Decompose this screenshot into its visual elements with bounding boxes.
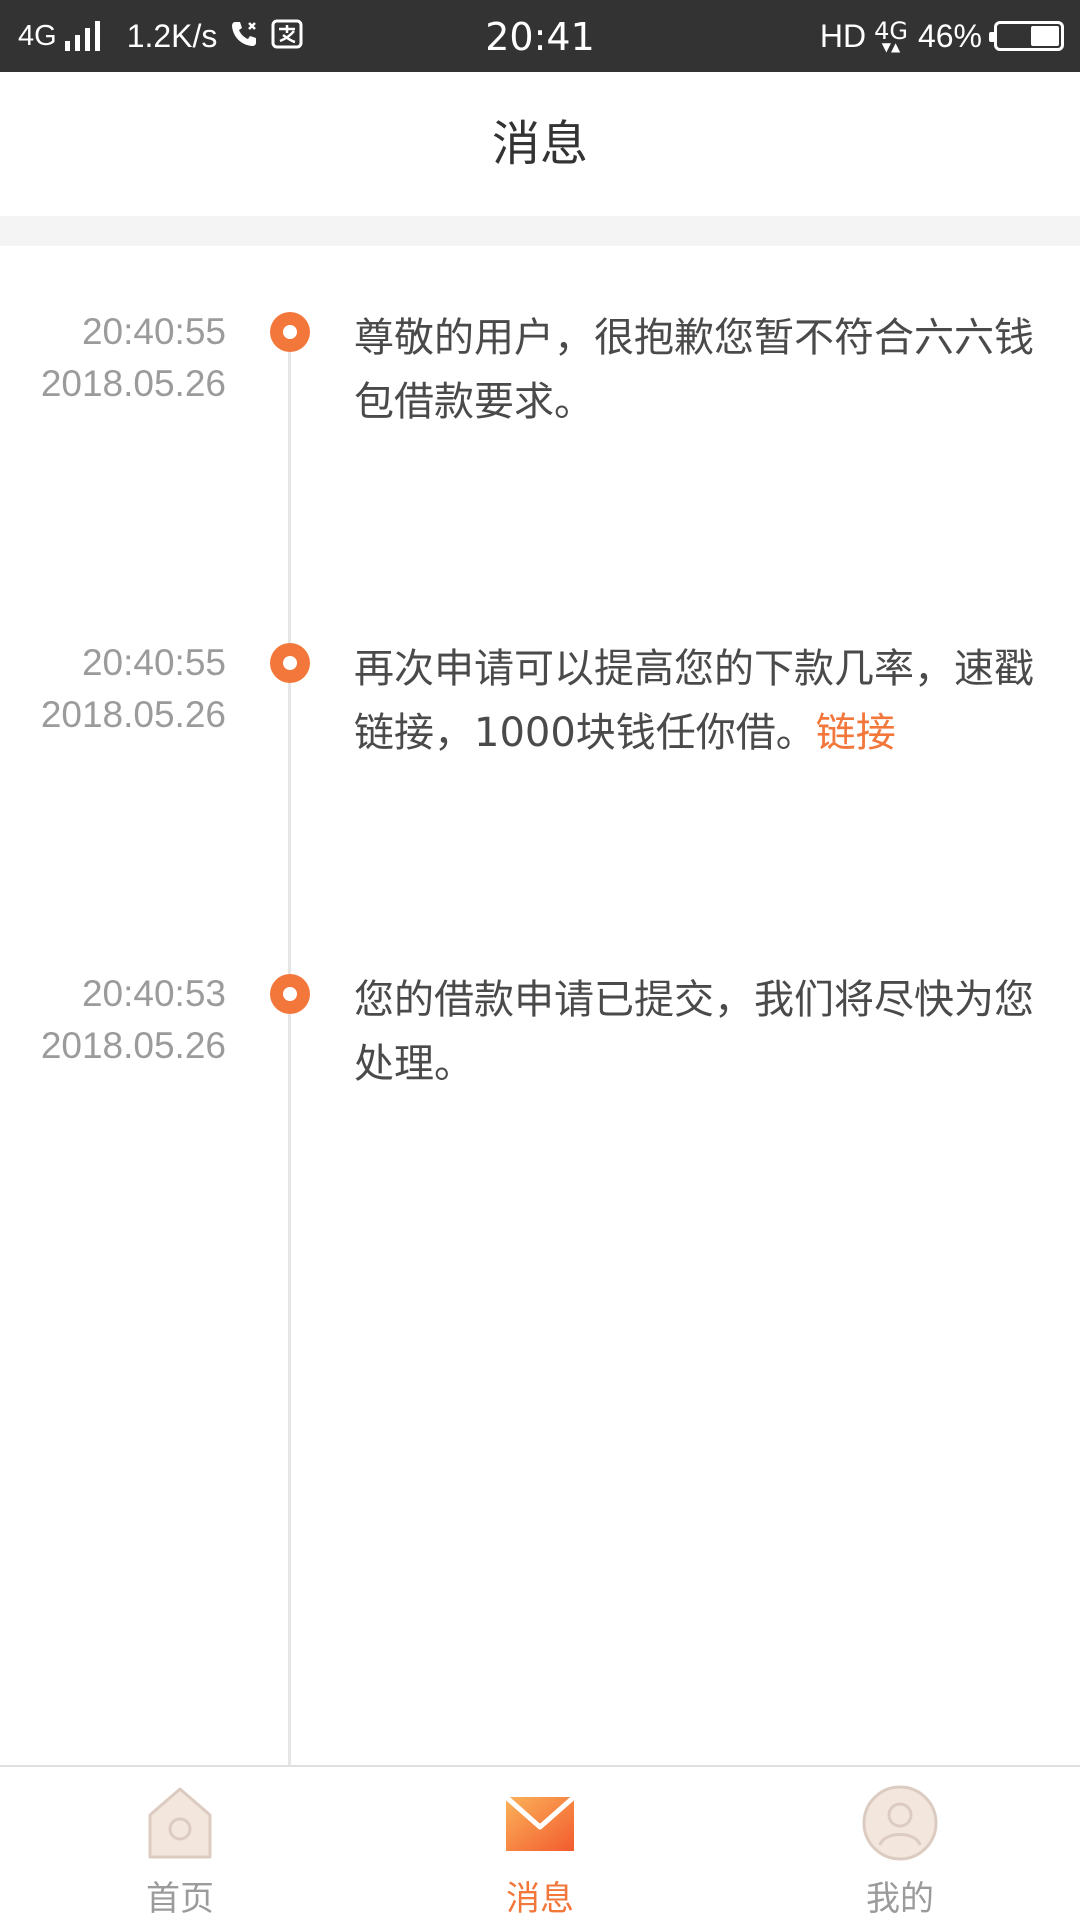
message-text: 尊敬的用户，很抱歉您暂不符合六六钱包借款要求。: [354, 306, 1034, 434]
message-timestamp: 20:40:55 2018.05.26: [0, 637, 226, 741]
app-root: 4G 1.2K/s 20:41 HD 4G ▼▲ 46% 消息 20:40:55…: [0, 0, 1080, 1920]
network-speed: 1.2K/s: [126, 17, 218, 54]
network-type: 4G: [18, 19, 57, 52]
message-date: 2018.05.26: [40, 363, 226, 404]
timeline-dot-icon: [270, 643, 310, 683]
message-time: 20:40:53: [81, 973, 226, 1014]
tab-bar: 首页 消息 我的: [0, 1765, 1080, 1920]
data-arrows-icon: ▼▲: [881, 40, 901, 54]
battery-fill: [1031, 26, 1059, 46]
battery-percent: 46%: [917, 17, 982, 54]
status-bar: 4G 1.2K/s 20:41 HD 4G ▼▲ 46%: [0, 0, 1080, 72]
hd-indicator: HD: [819, 17, 867, 54]
data-network-icon: 4G ▼▲: [874, 19, 908, 53]
wifi-call-icon: [229, 19, 259, 53]
tab-profile[interactable]: 我的: [800, 1767, 1000, 1920]
message-text: 您的借款申请已提交，我们将尽快为您处理。: [354, 968, 1034, 1096]
message-date: 2018.05.26: [40, 1025, 226, 1066]
message-link[interactable]: 链接: [816, 710, 896, 756]
message-time: 20:40:55: [81, 642, 226, 683]
status-left: 4G 1.2K/s: [18, 0, 303, 72]
header: 消息: [0, 72, 1080, 216]
message-body: 再次申请可以提高您的下款几率，速戳 链接，1000块钱任你借。: [354, 646, 1034, 756]
message-body: 尊敬的用户，很抱歉您暂不符合六六钱包借款要求。: [354, 315, 1034, 425]
message-text: 再次申请可以提高您的下款几率，速戳 链接，1000块钱任你借。链接: [354, 637, 1034, 765]
timeline-dot-icon: [270, 974, 310, 1014]
profile-icon: [860, 1783, 940, 1863]
home-icon: [140, 1783, 220, 1863]
message-body: 您的借款申请已提交，我们将尽快为您处理。: [354, 977, 1034, 1087]
battery-icon: [989, 21, 1064, 51]
header-divider: [0, 216, 1080, 246]
signal-icon: [64, 21, 105, 51]
tab-home[interactable]: 首页: [80, 1767, 280, 1920]
payment-app-icon: [271, 19, 303, 53]
tab-messages[interactable]: 消息: [440, 1767, 640, 1920]
status-right: HD 4G ▼▲ 46%: [820, 0, 1064, 72]
message-time: 20:40:55: [81, 311, 226, 352]
page-title: 消息: [491, 116, 588, 172]
message-timestamp: 20:40:55 2018.05.26: [0, 306, 226, 410]
tab-label: 消息: [506, 1879, 574, 1919]
tab-label: 我的: [866, 1879, 934, 1919]
message-date: 2018.05.26: [40, 694, 226, 735]
tab-label: 首页: [146, 1879, 214, 1919]
envelope-icon: [500, 1783, 580, 1863]
message-timestamp: 20:40:53 2018.05.26: [0, 968, 226, 1072]
timeline-line: [288, 326, 291, 1766]
timeline-dot-icon: [270, 312, 310, 352]
